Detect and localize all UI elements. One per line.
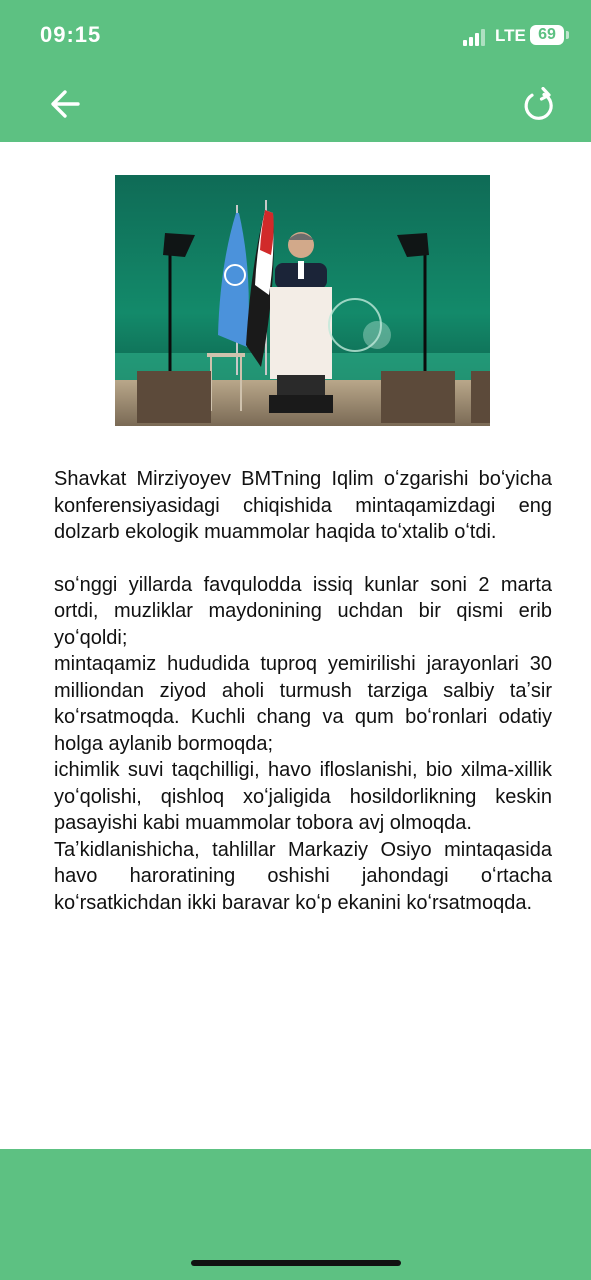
home-indicator[interactable] (191, 1260, 401, 1266)
article-paragraph: mintaqamiz hududida tuproq yemirilishi j… (54, 653, 552, 755)
app-header: 09:15 LTE 69 (0, 0, 591, 142)
refresh-button[interactable] (520, 86, 558, 125)
article-paragraph: soʻnggi yillarda favqulodda issiq kunlar… (54, 573, 552, 649)
arrow-left-icon (51, 90, 80, 118)
status-bar: 09:15 LTE 69 (0, 0, 591, 72)
article-paragraph: Taʼkidlanishicha, tahlillar Markaziy Osi… (54, 838, 552, 914)
article-body: Shavkat Mirziyoyev BMTning Iqlim oʻzgari… (54, 466, 552, 916)
signal-icon (463, 28, 491, 46)
network-label: LTE (495, 26, 526, 45)
back-button[interactable] (48, 86, 84, 122)
article-lead: Shavkat Mirziyoyev BMTning Iqlim oʻzgari… (54, 468, 552, 543)
refresh-icon (524, 86, 553, 120)
battery-tip (566, 31, 569, 39)
article-photo (115, 175, 490, 426)
battery-icon: 69 (530, 25, 564, 45)
article-paragraph: ichimlik suvi taqchilligi, havo ifloslan… (54, 759, 552, 834)
status-time: 09:15 (40, 22, 102, 47)
